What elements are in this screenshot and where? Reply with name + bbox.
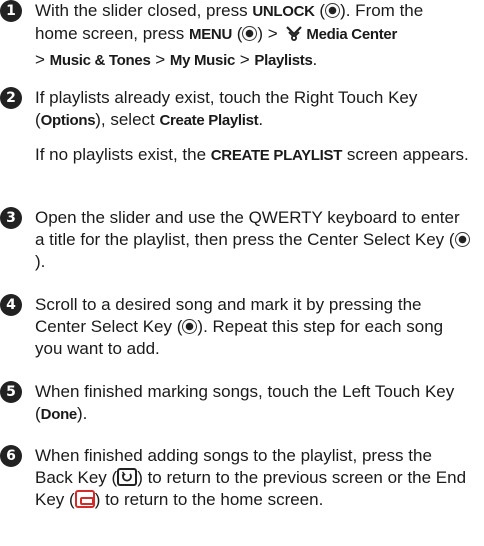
media-center-icon [284, 23, 304, 49]
step-1: 1 With the slider closed, press UNLOCK (… [0, 0, 470, 72]
center-select-key-icon [242, 26, 258, 41]
end-key-icon [74, 490, 95, 508]
text-run: . [312, 50, 318, 69]
menu-path-media-center: Media Center [306, 26, 398, 43]
step-text: Scroll to a desired song and mark it by … [35, 294, 470, 360]
unlock-key-label: UNLOCK [252, 3, 315, 20]
center-select-key-icon [454, 232, 470, 247]
step-3: 3 Open the slider and use the QWERTY key… [0, 207, 470, 273]
step-2: 2 If playlists already exist, touch the … [0, 87, 470, 167]
text-run: When finished marking songs, touch the L… [35, 382, 455, 423]
text-run: . [258, 110, 264, 129]
done-key-label: Done [40, 406, 78, 423]
back-key-icon [117, 468, 138, 486]
text-run: > [150, 50, 170, 69]
text-run: ) to return to the home screen. [94, 490, 324, 509]
step-text: When finished marking songs, touch the L… [35, 381, 470, 426]
text-run: screen appears. [342, 145, 469, 164]
step-number-badge: 3 [0, 207, 22, 229]
text-run: With the slider closed, press [35, 1, 253, 20]
step-number-badge: 4 [0, 294, 22, 316]
text-run: > [235, 50, 255, 69]
text-run: Open the slider and use the QWERTY keybo… [35, 208, 460, 249]
text-run: ) > [257, 24, 283, 43]
step-number-badge: 1 [0, 0, 22, 22]
text-run: If no playlists exist, the [35, 145, 211, 164]
instruction-page: 1 With the slider closed, press UNLOCK (… [0, 0, 484, 546]
text-run: ( [231, 24, 243, 43]
step-5: 5 When finished marking songs, touch the… [0, 381, 470, 426]
menu-path-my-music: My Music [169, 52, 235, 69]
step-text: Open the slider and use the QWERTY keybo… [35, 207, 470, 273]
center-select-key-icon [182, 319, 198, 334]
options-key-label: Options [40, 112, 96, 129]
step-6: 6 When finished adding songs to the play… [0, 445, 470, 511]
step-4: 4 Scroll to a desired song and mark it b… [0, 294, 470, 360]
create-playlist-screen-label: CREATE PLAYLIST [210, 147, 343, 164]
text-run: > [35, 50, 50, 69]
text-run: ( [314, 1, 326, 20]
center-select-key-icon [325, 3, 341, 18]
text-run: ). [76, 404, 88, 423]
step-number-badge: 5 [0, 381, 22, 403]
text-run: ). [35, 252, 46, 271]
menu-path-playlists: Playlists [254, 52, 313, 69]
step-text: When finished adding songs to the playli… [35, 445, 470, 511]
step-text: If playlists already exist, touch the Ri… [35, 87, 470, 167]
create-playlist-label: Create Playlist [159, 112, 259, 129]
step-number-badge: 6 [0, 445, 22, 467]
text-run: ), select [95, 110, 160, 129]
menu-key-label: MENU [189, 26, 232, 43]
menu-path-music-tones: Music & Tones [49, 52, 151, 69]
step-text: With the slider closed, press UNLOCK ().… [35, 0, 470, 72]
step-number-badge: 2 [0, 87, 22, 109]
